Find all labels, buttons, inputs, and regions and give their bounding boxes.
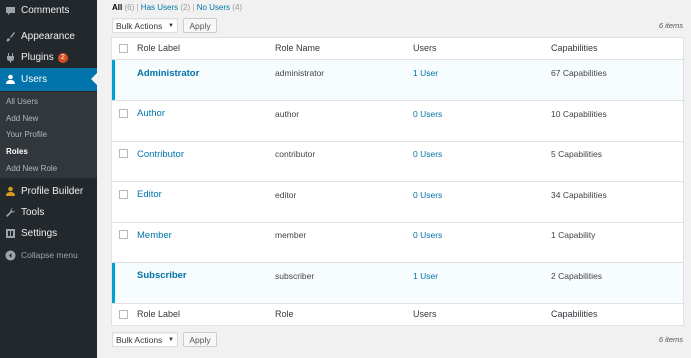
role-capabilities: 34 Capabilities — [551, 190, 607, 200]
collapse-menu-label: Collapse menu — [21, 250, 78, 260]
table-footer-row: Role Label Role Users Capabilities — [112, 304, 683, 325]
table-row: Contributor contributor 0 Users 5 Capabi… — [112, 142, 683, 182]
submenu-roles[interactable]: Roles — [6, 147, 28, 156]
items-count-bottom: 6 items — [658, 335, 683, 344]
menu-users[interactable]: Users — [0, 68, 97, 91]
menu-plugins[interactable]: Plugins 2 — [0, 47, 97, 68]
row-checkbox[interactable] — [119, 190, 128, 199]
menu-appearance[interactable]: Appearance — [0, 26, 97, 47]
items-count-top: 6 items — [658, 21, 683, 30]
table-row: Member member 0 Users 1 Capability — [112, 223, 683, 263]
menu-profile-builder[interactable]: Profile Builder — [0, 181, 97, 202]
plugins-update-badge: 2 — [57, 52, 68, 63]
role-name: administrator — [275, 68, 325, 78]
comment-icon — [5, 5, 16, 16]
settings-icon — [5, 228, 16, 239]
filter-no-users-count: (4) — [232, 3, 243, 12]
row-checkbox[interactable] — [119, 149, 128, 158]
bulk-actions-select-bottom[interactable]: Bulk Actions ▼ — [112, 332, 178, 347]
table-row: Editor editor 0 Users 34 Capabilities — [112, 182, 683, 223]
filter-all[interactable]: All — [112, 3, 122, 12]
column-header-users[interactable]: Users — [413, 43, 437, 53]
role-capabilities: 10 Capabilities — [551, 109, 607, 119]
filter-has-users[interactable]: Has Users — [141, 3, 178, 12]
bulk-actions-value: Bulk Actions — [116, 334, 163, 345]
role-name: member — [275, 230, 307, 240]
menu-settings-label: Settings — [21, 228, 58, 239]
filter-separator: | — [192, 3, 195, 12]
apply-button-top[interactable]: Apply — [183, 18, 217, 33]
role-label-link[interactable]: Editor — [137, 189, 162, 200]
apply-button-bottom[interactable]: Apply — [183, 332, 217, 347]
role-name: contributor — [275, 149, 316, 159]
collapse-arrow-icon — [5, 250, 16, 261]
role-name: author — [275, 109, 300, 119]
column-footer-users[interactable]: Users — [413, 309, 437, 319]
column-footer-role-label[interactable]: Role Label — [137, 309, 180, 319]
submenu-add-new[interactable]: Add New — [6, 114, 38, 123]
wrench-icon — [5, 207, 16, 218]
role-label-link[interactable]: Contributor — [137, 149, 184, 160]
table-row: Administrator administrator 1 User 67 Ca… — [112, 60, 683, 101]
role-capabilities: 67 Capabilities — [551, 68, 607, 78]
bulk-actions-value: Bulk Actions — [116, 20, 163, 31]
table-header-row: Role Label Role Name Users Capabilities — [112, 38, 683, 60]
plugin-icon — [5, 52, 16, 63]
collapse-menu-button[interactable]: Collapse menu — [0, 246, 97, 264]
user-icon — [5, 74, 16, 85]
column-header-role-label[interactable]: Role Label — [137, 43, 180, 53]
column-header-role-name[interactable]: Role Name — [275, 43, 320, 53]
role-users-link[interactable]: 1 User — [413, 68, 438, 78]
menu-tools-label: Tools — [21, 207, 45, 218]
role-users-link[interactable]: 0 Users — [413, 149, 442, 159]
role-label-link[interactable]: Subscriber — [137, 270, 187, 281]
column-header-capabilities[interactable]: Capabilities — [551, 43, 598, 53]
role-filter-links: All (6) | Has Users (2) | No Users (4) — [112, 3, 242, 12]
role-capabilities: 1 Capability — [551, 230, 596, 240]
role-users-link[interactable]: 0 Users — [413, 230, 442, 240]
roles-table: Role Label Role Name Users Capabilities … — [111, 37, 684, 326]
chevron-down-icon: ▼ — [168, 337, 174, 343]
role-users-link[interactable]: 0 Users — [413, 109, 442, 119]
role-name: editor — [275, 190, 297, 200]
role-label-link[interactable]: Member — [137, 230, 172, 241]
bulk-actions-select-top[interactable]: Bulk Actions ▼ — [112, 18, 178, 33]
profile-builder-icon — [5, 186, 16, 197]
admin-sidebar: Comments Appearance Plugins 2 Users All … — [0, 0, 97, 358]
submenu-your-profile[interactable]: Your Profile — [6, 130, 47, 139]
filter-no-users[interactable]: No Users — [197, 3, 230, 12]
current-menu-arrow — [91, 73, 97, 85]
filter-has-users-count: (2) — [180, 3, 191, 12]
menu-settings[interactable]: Settings — [0, 223, 97, 244]
menu-tools[interactable]: Tools — [0, 202, 97, 223]
filter-all-count: (6) — [124, 3, 135, 12]
table-row: Subscriber subscriber 1 User 2 Capabilit… — [112, 263, 683, 304]
column-footer-role[interactable]: Role — [275, 309, 294, 319]
users-submenu: All Users Add New Your Profile Roles Add… — [0, 92, 97, 178]
menu-profile-builder-label: Profile Builder — [21, 186, 84, 197]
row-checkbox[interactable] — [119, 230, 128, 239]
row-checkbox[interactable] — [119, 109, 128, 118]
menu-appearance-label: Appearance — [21, 31, 75, 42]
role-capabilities: 2 Capabilities — [551, 271, 603, 281]
role-users-link[interactable]: 0 Users — [413, 190, 442, 200]
role-name: subscriber — [275, 271, 315, 281]
menu-users-label: Users — [21, 74, 48, 85]
paintbrush-icon — [5, 31, 16, 42]
submenu-add-new-role[interactable]: Add New Role — [6, 164, 57, 173]
role-label-link[interactable]: Administrator — [137, 68, 199, 79]
filter-separator: | — [136, 3, 139, 12]
menu-comments[interactable]: Comments — [0, 0, 97, 21]
menu-plugins-label: Plugins — [21, 52, 54, 63]
select-all-checkbox[interactable] — [119, 310, 128, 319]
submenu-all-users[interactable]: All Users — [6, 97, 38, 106]
role-capabilities: 5 Capabilities — [551, 149, 603, 159]
select-all-checkbox[interactable] — [119, 44, 128, 53]
role-users-link[interactable]: 1 User — [413, 271, 438, 281]
column-footer-capabilities[interactable]: Capabilities — [551, 309, 598, 319]
role-label-link[interactable]: Author — [137, 108, 165, 119]
menu-comments-label: Comments — [21, 5, 70, 16]
table-row: Author author 0 Users 10 Capabilities — [112, 101, 683, 142]
chevron-down-icon: ▼ — [168, 23, 174, 29]
